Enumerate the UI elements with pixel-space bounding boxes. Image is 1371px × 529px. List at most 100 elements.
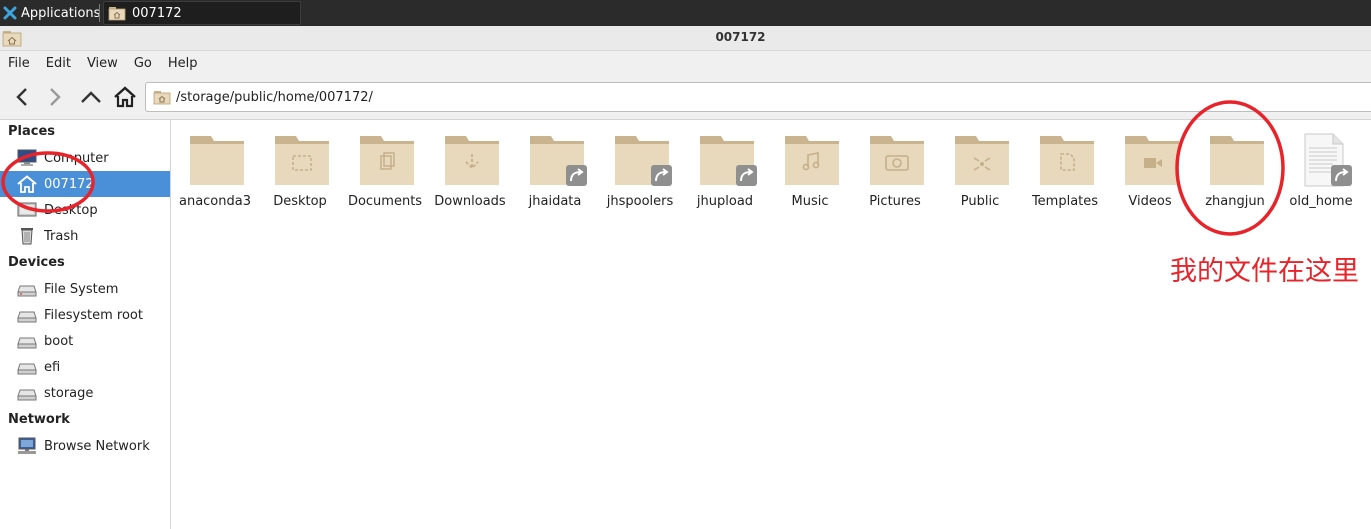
taskbar-window-title: 007172 — [132, 5, 182, 21]
file-name: anaconda3 — [178, 194, 251, 209]
sidebar-item-file-system[interactable]: File System — [0, 276, 170, 302]
folder-documents-icon — [360, 136, 414, 185]
file-name: jhspoolers — [606, 194, 674, 209]
sidebar-item-trash[interactable]: Trash — [0, 223, 170, 249]
chevron-up-icon — [81, 91, 101, 103]
window-title: 007172 — [715, 30, 766, 44]
sidebar-item-label: Browse Network — [44, 438, 150, 454]
folder-icon — [530, 136, 587, 186]
file-name: old_home — [1289, 194, 1353, 209]
drive-icon — [17, 285, 37, 297]
sidebar-item-desktop[interactable]: Desktop — [0, 197, 170, 223]
sidebar-item-label: Filesystem root — [44, 307, 143, 323]
menu-file[interactable]: File — [0, 56, 38, 71]
drive-icon — [17, 389, 37, 401]
file-item-public[interactable]: Public — [938, 128, 1022, 218]
folder-pictures-icon — [870, 136, 924, 185]
file-item-desktop[interactable]: Desktop — [258, 128, 342, 218]
folder-icon — [190, 136, 244, 185]
folder-icon — [615, 136, 672, 186]
menu-bar: File Edit View Go Help — [0, 51, 1371, 75]
sidebar-item-computer[interactable]: Computer — [0, 145, 170, 171]
folder-icon — [1210, 136, 1264, 185]
network-header: Network — [8, 412, 70, 427]
sidebar-item-label: storage — [44, 385, 94, 401]
folder-videos-icon — [1125, 136, 1179, 185]
computer-icon — [17, 149, 37, 166]
document-icon — [1304, 133, 1352, 187]
file-item-templates[interactable]: Templates — [1023, 128, 1107, 218]
sidebar-item-label: Trash — [44, 228, 79, 244]
forward-button[interactable] — [41, 83, 69, 111]
file-item-jhaidata[interactable]: jhaidata — [513, 128, 597, 218]
file-item-downloads[interactable]: Downloads — [428, 128, 512, 218]
places-header: Places — [8, 124, 56, 139]
panel-separator — [99, 4, 100, 22]
location-bar[interactable]: /storage/public/home/007172/ — [145, 82, 1371, 112]
file-item-documents[interactable]: Documents — [343, 128, 427, 218]
file-item-anaconda3[interactable]: anaconda3 — [173, 128, 257, 218]
menu-edit[interactable]: Edit — [38, 56, 79, 71]
file-item-videos[interactable]: Videos — [1108, 128, 1192, 218]
home-icon — [17, 175, 37, 193]
menu-help[interactable]: Help — [160, 56, 206, 71]
folder-home-icon — [153, 89, 171, 105]
menu-go[interactable]: Go — [126, 56, 160, 71]
file-name: Public — [960, 194, 1000, 209]
sidebar-item-label: Computer — [44, 150, 109, 166]
home-button[interactable] — [111, 83, 139, 111]
sidebar-item-boot[interactable]: boot — [0, 328, 170, 354]
devices-header: Devices — [8, 255, 65, 270]
sidebar-item-home[interactable]: 007172 — [0, 171, 170, 197]
file-item-jhspoolers[interactable]: jhspoolers — [598, 128, 682, 218]
applications-icon — [3, 6, 17, 20]
sidebar-item-label: boot — [44, 333, 74, 349]
window-titlebar[interactable]: 007172 — [0, 26, 1371, 51]
sidebar-item-label: efi — [44, 359, 61, 375]
taskbar-window-button[interactable]: 007172 — [103, 1, 301, 25]
folder-icon — [700, 136, 757, 186]
sidebar-item-label: 007172 — [44, 176, 94, 192]
file-name: zhangjun — [1205, 194, 1265, 209]
file-view[interactable]: anaconda3 Desktop Documents Downloads jh… — [171, 120, 1371, 529]
up-button[interactable] — [77, 83, 105, 111]
drive-icon — [17, 363, 37, 375]
network-icon — [18, 437, 36, 454]
toolbar: /storage/public/home/007172/ — [0, 75, 1371, 120]
back-button[interactable] — [8, 83, 36, 111]
chevron-right-icon — [50, 88, 61, 106]
file-name: Desktop — [273, 194, 327, 209]
folder-downloads-icon — [445, 136, 499, 185]
file-item-zhangjun[interactable]: zhangjun — [1193, 128, 1277, 218]
applications-menu[interactable]: Applications — [0, 0, 100, 26]
file-name: Downloads — [434, 194, 506, 209]
file-item-pictures[interactable]: Pictures — [853, 128, 937, 218]
file-name: Videos — [1128, 194, 1172, 209]
file-item-jhupload[interactable]: jhupload — [683, 128, 767, 218]
file-name: Templates — [1031, 194, 1099, 209]
annotation-note: 我的文件在这里 — [1170, 256, 1359, 287]
drive-icon — [17, 311, 37, 323]
chevron-left-icon — [16, 88, 27, 106]
file-item-music[interactable]: Music — [768, 128, 852, 218]
sidebar-item-filesystem-root[interactable]: Filesystem root — [0, 302, 170, 328]
trash-icon — [21, 228, 33, 245]
location-path[interactable]: /storage/public/home/007172/ — [176, 90, 373, 105]
file-item-old-home[interactable]: old_home — [1279, 128, 1363, 218]
menu-view[interactable]: View — [79, 56, 126, 71]
desktop-icon — [17, 202, 37, 217]
sidebar-item-efi[interactable]: efi — [0, 354, 170, 380]
sidebar-item-label: File System — [44, 281, 119, 297]
file-name: Pictures — [869, 194, 921, 209]
sidebar-item-browse-network[interactable]: Browse Network — [0, 433, 170, 459]
folder-templates-icon — [1040, 136, 1094, 185]
sidebar: Places Computer 007172 Desktop Trash Dev… — [0, 120, 171, 529]
folder-public-icon — [955, 136, 1009, 185]
applications-label: Applications — [21, 5, 101, 21]
sidebar-item-storage[interactable]: storage — [0, 380, 170, 406]
top-panel: Applications 007172 — [0, 0, 1371, 26]
file-name: jhaidata — [528, 194, 582, 209]
file-name: Music — [791, 194, 829, 209]
folder-desktop-icon — [275, 136, 329, 185]
folder-music-icon — [785, 136, 839, 185]
